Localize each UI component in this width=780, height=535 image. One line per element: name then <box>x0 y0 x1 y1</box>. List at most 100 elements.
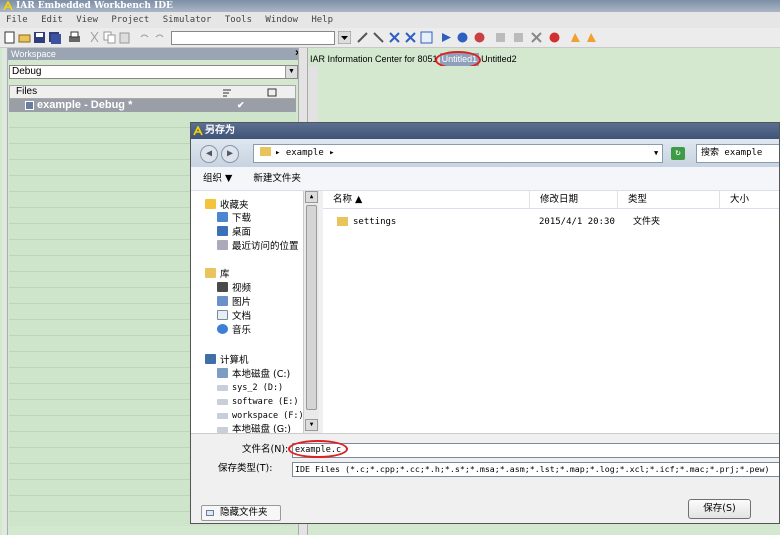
nav-pictures[interactable]: 图片 <box>217 296 251 309</box>
download-icon <box>217 212 228 222</box>
nav-drive-e[interactable]: software (E:) <box>217 396 299 408</box>
toggle-bookmark-icon[interactable] <box>388 31 401 44</box>
save-icon[interactable] <box>33 31 46 44</box>
nav-documents[interactable]: 文档 <box>217 310 251 323</box>
disable-breakpoints-icon[interactable] <box>530 31 543 44</box>
filename-input[interactable]: example.c <box>292 443 779 458</box>
nav-scrollbar[interactable]: ▲ ▼ <box>303 191 319 433</box>
chevron-down-icon[interactable]: ▼ <box>285 66 297 78</box>
chevron-up-icon <box>206 510 214 516</box>
nav-library[interactable]: 库 <box>205 268 230 281</box>
redo-icon[interactable] <box>153 31 166 44</box>
forward-button[interactable]: ▶ <box>221 145 239 163</box>
save-all-icon[interactable] <box>48 31 61 44</box>
menu-tools[interactable]: Tools <box>225 15 252 25</box>
filename-fields: 文件名(N): example.c 保存类型(T): IDE Files (*.… <box>191 433 779 477</box>
nav-videos-label: 视频 <box>232 283 252 294</box>
project-tree-item[interactable]: example - Debug * ✔ <box>9 99 296 112</box>
breakpoint-icon[interactable] <box>494 31 507 44</box>
filename-label: 文件名(N): <box>242 444 289 455</box>
nav-favorites[interactable]: 收藏夹 <box>205 199 249 212</box>
nav-drive-g[interactable]: 本地磁盘 (G:) <box>217 424 291 433</box>
copy-icon[interactable] <box>103 31 116 44</box>
configuration-select[interactable]: Debug ▼ <box>9 65 298 79</box>
goto-bookmark-icon[interactable] <box>404 31 417 44</box>
step-into-icon[interactable] <box>585 31 598 44</box>
nav-drive-d[interactable]: sys_2 (D:) <box>217 382 283 394</box>
find-next-icon[interactable] <box>356 31 369 44</box>
save-button[interactable]: 保存(S) <box>688 499 751 519</box>
step-over-icon[interactable] <box>569 31 582 44</box>
checkmark-icon: ✔ <box>237 100 245 110</box>
paste-icon[interactable] <box>118 31 131 44</box>
hide-folders-button[interactable]: 隐藏文件夹 <box>201 505 281 521</box>
video-icon <box>217 282 228 292</box>
nav-computer[interactable]: 计算机 <box>205 354 249 367</box>
files-options-icon[interactable] <box>222 88 232 97</box>
clear-breakpoints-icon[interactable] <box>512 31 525 44</box>
organize-button[interactable]: 组织 ▼ <box>203 173 232 184</box>
cut-icon[interactable] <box>88 31 101 44</box>
hide-folders-label: 隐藏文件夹 <box>220 507 268 518</box>
column-name[interactable]: 名称 ▲ <box>323 191 362 209</box>
column-date[interactable]: 修改日期 <box>529 191 578 209</box>
menu-project[interactable]: Project <box>111 15 149 25</box>
column-type[interactable]: 类型 <box>617 191 647 209</box>
new-file-icon[interactable] <box>3 31 16 44</box>
tab-untitled2[interactable]: Untitled2 <box>479 53 519 66</box>
star-icon <box>205 199 216 209</box>
address-bar[interactable]: ▸ example ▸ <box>253 144 663 163</box>
list-item[interactable]: settings 2015/4/1 20:30 文件夹 <box>331 215 771 229</box>
stop-build-icon[interactable] <box>456 31 469 44</box>
scroll-down-icon[interactable]: ▼ <box>305 419 318 431</box>
nav-drive-g-label: 本地磁盘 (G:) <box>232 424 291 433</box>
refresh-button[interactable]: ↻ <box>671 147 685 160</box>
music-icon <box>217 324 228 334</box>
iar-logo-icon <box>193 126 203 136</box>
search-placeholder: 搜索 example <box>701 148 763 158</box>
dialog-title-bar: 另存为 <box>191 123 779 139</box>
workspace-header: Workspace × <box>8 48 305 60</box>
nav-desktop[interactable]: 桌面 <box>217 226 251 239</box>
tab-info-center[interactable]: IAR Information Center for 8051 <box>308 53 440 66</box>
undo-icon[interactable] <box>138 31 151 44</box>
nav-library-label: 库 <box>220 269 230 280</box>
files-settings-icon[interactable] <box>267 88 277 97</box>
back-button[interactable]: ◀ <box>200 145 218 163</box>
menu-file[interactable]: File <box>6 15 28 25</box>
nav-drive-c[interactable]: 本地磁盘 (C:) <box>217 368 290 381</box>
menu-window[interactable]: Window <box>265 15 298 25</box>
file-list[interactable] <box>323 209 779 433</box>
dropdown-arrow-icon[interactable] <box>338 31 351 44</box>
nav-music[interactable]: 音乐 <box>217 324 251 337</box>
workspace-title: Workspace <box>11 49 56 59</box>
print-icon[interactable] <box>68 31 81 44</box>
menu-view[interactable]: View <box>76 15 98 25</box>
nav-downloads[interactable]: 下载 <box>217 212 251 225</box>
nav-drive-f[interactable]: workspace (F:) <box>217 410 304 422</box>
menu-help[interactable]: Help <box>311 15 333 25</box>
nav-recent[interactable]: 最近访问的位置 <box>217 240 299 253</box>
scroll-thumb[interactable] <box>306 205 317 410</box>
recent-places-icon <box>217 240 228 250</box>
search-input[interactable]: 搜索 example <box>696 144 779 163</box>
menu-edit[interactable]: Edit <box>41 15 63 25</box>
new-folder-button[interactable]: 新建文件夹 <box>253 173 301 184</box>
find-combo-input[interactable] <box>171 31 335 45</box>
app-title-bar: IAR Embedded Workbench IDE <box>0 0 780 12</box>
address-dropdown-icon[interactable]: ▼ <box>654 144 658 163</box>
find-prev-icon[interactable] <box>372 31 385 44</box>
desktop-icon <box>217 226 228 236</box>
menu-simulator[interactable]: Simulator <box>163 15 212 25</box>
open-folder-icon[interactable] <box>18 31 31 44</box>
make-icon[interactable] <box>440 31 453 44</box>
compile-icon[interactable] <box>420 31 433 44</box>
editor-area[interactable] <box>318 66 780 126</box>
nav-videos[interactable]: 视频 <box>217 282 251 295</box>
item-name: settings <box>353 217 397 227</box>
download-debug-icon[interactable] <box>548 31 561 44</box>
filetype-select[interactable]: IDE Files (*.c;*.cpp;*.cc;*.h;*.s*;*.msa… <box>292 462 779 477</box>
scroll-up-icon[interactable]: ▲ <box>305 191 318 203</box>
debug-icon[interactable] <box>473 31 486 44</box>
column-size[interactable]: 大小 <box>719 191 749 209</box>
